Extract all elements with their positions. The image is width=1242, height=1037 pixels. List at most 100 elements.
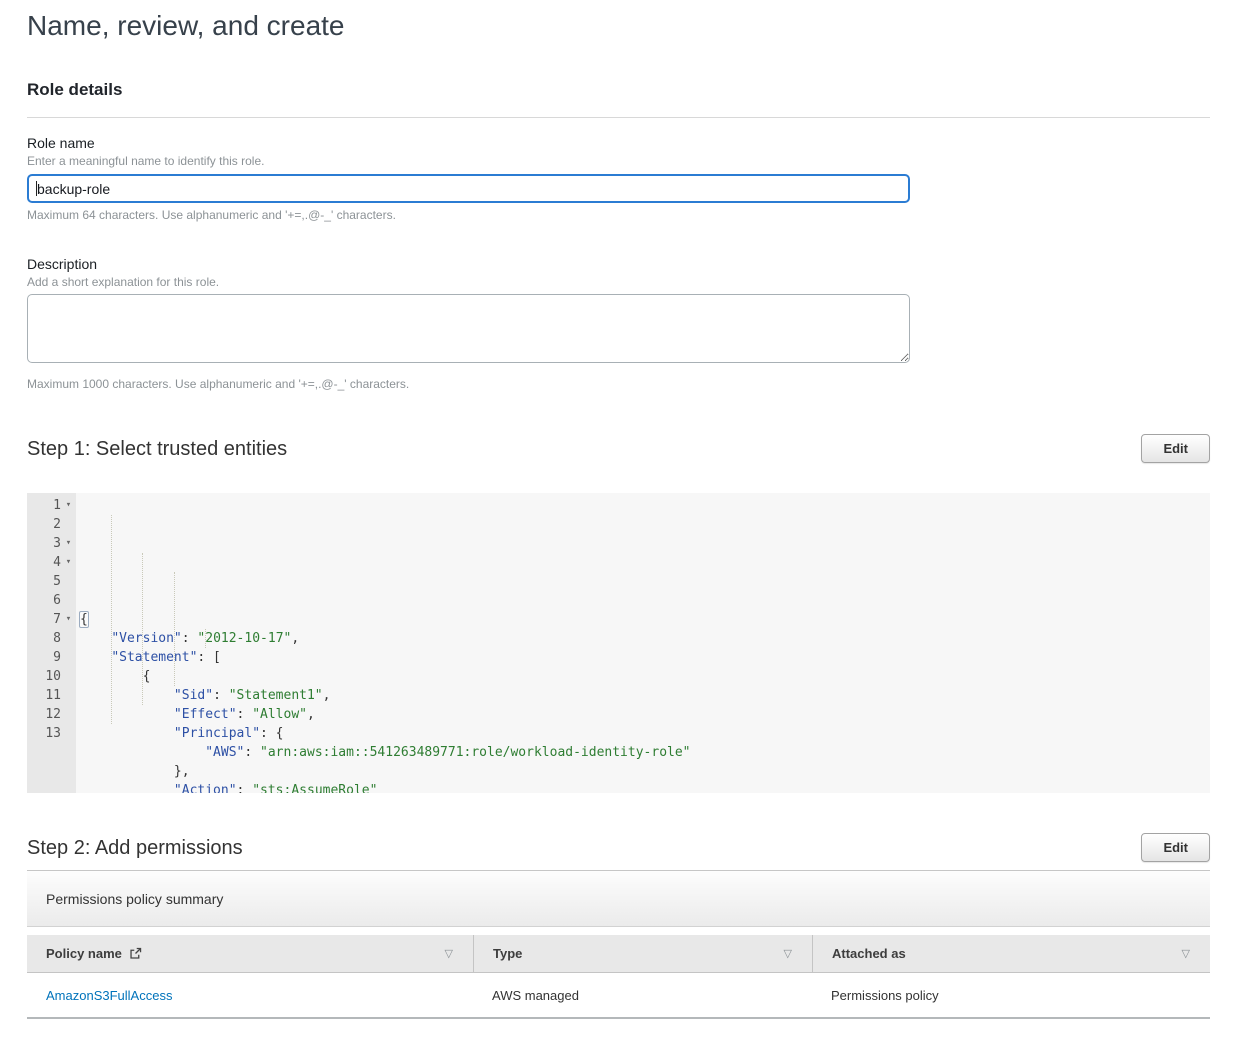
json-punctuation	[80, 783, 174, 793]
column-header-attached-as[interactable]: Attached as ▽	[812, 935, 1210, 972]
description-field-group: Description Add a short explanation for …	[27, 256, 1210, 392]
text-caret	[36, 181, 37, 196]
line-number: 1	[53, 496, 61, 515]
gutter-line: 12	[27, 705, 76, 724]
json-key: "Principal"	[174, 726, 260, 741]
code-line: "Principal": {	[80, 724, 1210, 743]
json-punctuation: ,	[291, 631, 299, 646]
json-punctuation: : [	[197, 650, 220, 665]
role-name-constraint: Maximum 64 characters. Use alphanumeric …	[27, 208, 1210, 223]
gutter-line: 8	[27, 629, 76, 648]
json-punctuation: :	[213, 688, 229, 703]
json-punctuation	[80, 745, 205, 760]
fold-toggle-icon[interactable]: ▾	[61, 496, 76, 515]
gutter-line: 1▾	[27, 496, 76, 515]
json-key: "AWS"	[205, 745, 244, 760]
code-line: {	[80, 667, 1210, 686]
permissions-summary-header: Permissions policy summary	[27, 871, 1210, 927]
fold-toggle-icon[interactable]: ▾	[61, 553, 76, 572]
policy-link[interactable]: AmazonS3FullAccess	[46, 988, 172, 1003]
json-key: "Statement"	[111, 650, 197, 665]
json-string: "sts:AssumeRole"	[252, 783, 377, 793]
description-label: Description	[27, 256, 1210, 273]
line-number: 9	[53, 648, 61, 667]
column-header-policy-name[interactable]: Policy name ▽	[27, 935, 473, 972]
line-number: 10	[45, 667, 61, 686]
json-key: "Effect"	[174, 707, 237, 722]
json-punctuation: :	[244, 745, 260, 760]
permissions-table-header: Policy name ▽ Type ▽ Attached as	[27, 935, 1210, 973]
filter-triangle-icon[interactable]: ▽	[784, 947, 792, 960]
json-punctuation: ,	[307, 707, 315, 722]
json-punctuation: :	[237, 707, 253, 722]
description-description: Add a short explanation for this role.	[27, 275, 1210, 290]
json-punctuation	[80, 707, 174, 722]
gutter-line: 6	[27, 591, 76, 610]
code-line: },	[80, 762, 1210, 781]
json-punctuation: },	[80, 764, 190, 779]
step1-header-row: Step 1: Select trusted entities Edit	[27, 434, 1210, 463]
json-punctuation	[80, 688, 174, 703]
policy-editor[interactable]: 1▾23▾4▾567▾8910111213 { "Version": "2012…	[27, 493, 1210, 793]
fold-toggle-icon[interactable]: ▾	[61, 534, 76, 553]
gutter-line: 4▾	[27, 553, 76, 572]
filter-triangle-icon[interactable]: ▽	[445, 947, 453, 960]
line-number: 11	[45, 686, 61, 705]
role-name-field-group: Role name Enter a meaningful name to ide…	[27, 135, 1210, 223]
gutter-line: 2	[27, 515, 76, 534]
code-line: "Effect": "Allow",	[80, 705, 1210, 724]
json-string: "Allow"	[252, 707, 307, 722]
policy-name-cell: AmazonS3FullAccess	[27, 988, 473, 1003]
json-punctuation: {	[80, 669, 150, 684]
step2-heading: Step 2: Add permissions	[27, 836, 243, 860]
line-number: 6	[53, 591, 61, 610]
external-link-icon	[129, 947, 142, 963]
line-number: 7	[53, 610, 61, 629]
section-divider	[27, 117, 1210, 118]
role-name-input-wrap	[27, 174, 910, 203]
gutter-line: 10	[27, 667, 76, 686]
json-key: "Sid"	[174, 688, 213, 703]
column-header-type[interactable]: Type ▽	[473, 935, 812, 972]
code-line: "Action": "sts:AssumeRole"	[80, 781, 1210, 793]
description-constraint: Maximum 1000 characters. Use alphanumeri…	[27, 377, 1210, 392]
code-line: "Sid": "Statement1",	[80, 686, 1210, 705]
permissions-summary-title: Permissions policy summary	[46, 891, 223, 907]
gutter-line: 9	[27, 648, 76, 667]
line-number: 3	[53, 534, 61, 553]
code-line: {	[80, 610, 1210, 629]
line-number: 13	[45, 724, 61, 743]
json-string: "2012-10-17"	[197, 631, 291, 646]
gutter-line: 13	[27, 724, 76, 743]
json-punctuation: ,	[323, 688, 331, 703]
column-label: Type	[493, 946, 522, 961]
step2-edit-button[interactable]: Edit	[1141, 833, 1210, 862]
json-punctuation: :	[182, 631, 198, 646]
policy-attached-cell: Permissions policy	[812, 988, 1210, 1003]
gutter-line: 3▾	[27, 534, 76, 553]
json-punctuation: {	[79, 611, 89, 628]
step1-heading: Step 1: Select trusted entities	[27, 437, 287, 461]
role-details-heading: Role details	[27, 80, 1210, 100]
editor-code[interactable]: { "Version": "2012-10-17", "Statement": …	[76, 493, 1210, 793]
code-line: "Statement": [	[80, 648, 1210, 667]
step1-edit-button[interactable]: Edit	[1141, 434, 1210, 463]
role-name-input[interactable]	[27, 174, 910, 203]
code-line: "Version": "2012-10-17",	[80, 629, 1210, 648]
line-number: 5	[53, 572, 61, 591]
policy-type-cell: AWS managed	[473, 988, 812, 1003]
json-string: "arn:aws:iam::541263489771:role/workload…	[260, 745, 690, 760]
json-punctuation	[80, 631, 111, 646]
column-label: Attached as	[832, 946, 906, 961]
column-label: Policy name	[46, 946, 122, 961]
table-row: AmazonS3FullAccess AWS managed Permissio…	[27, 973, 1210, 1019]
gutter-line: 7▾	[27, 610, 76, 629]
role-name-description: Enter a meaningful name to identify this…	[27, 154, 1210, 169]
line-number: 2	[53, 515, 61, 534]
fold-toggle-icon[interactable]: ▾	[61, 610, 76, 629]
json-punctuation	[80, 726, 174, 741]
step2-header-row: Step 2: Add permissions Edit	[27, 833, 1210, 862]
role-description-textarea[interactable]	[27, 294, 910, 363]
json-key: "Version"	[111, 631, 181, 646]
filter-triangle-icon[interactable]: ▽	[1182, 947, 1190, 960]
